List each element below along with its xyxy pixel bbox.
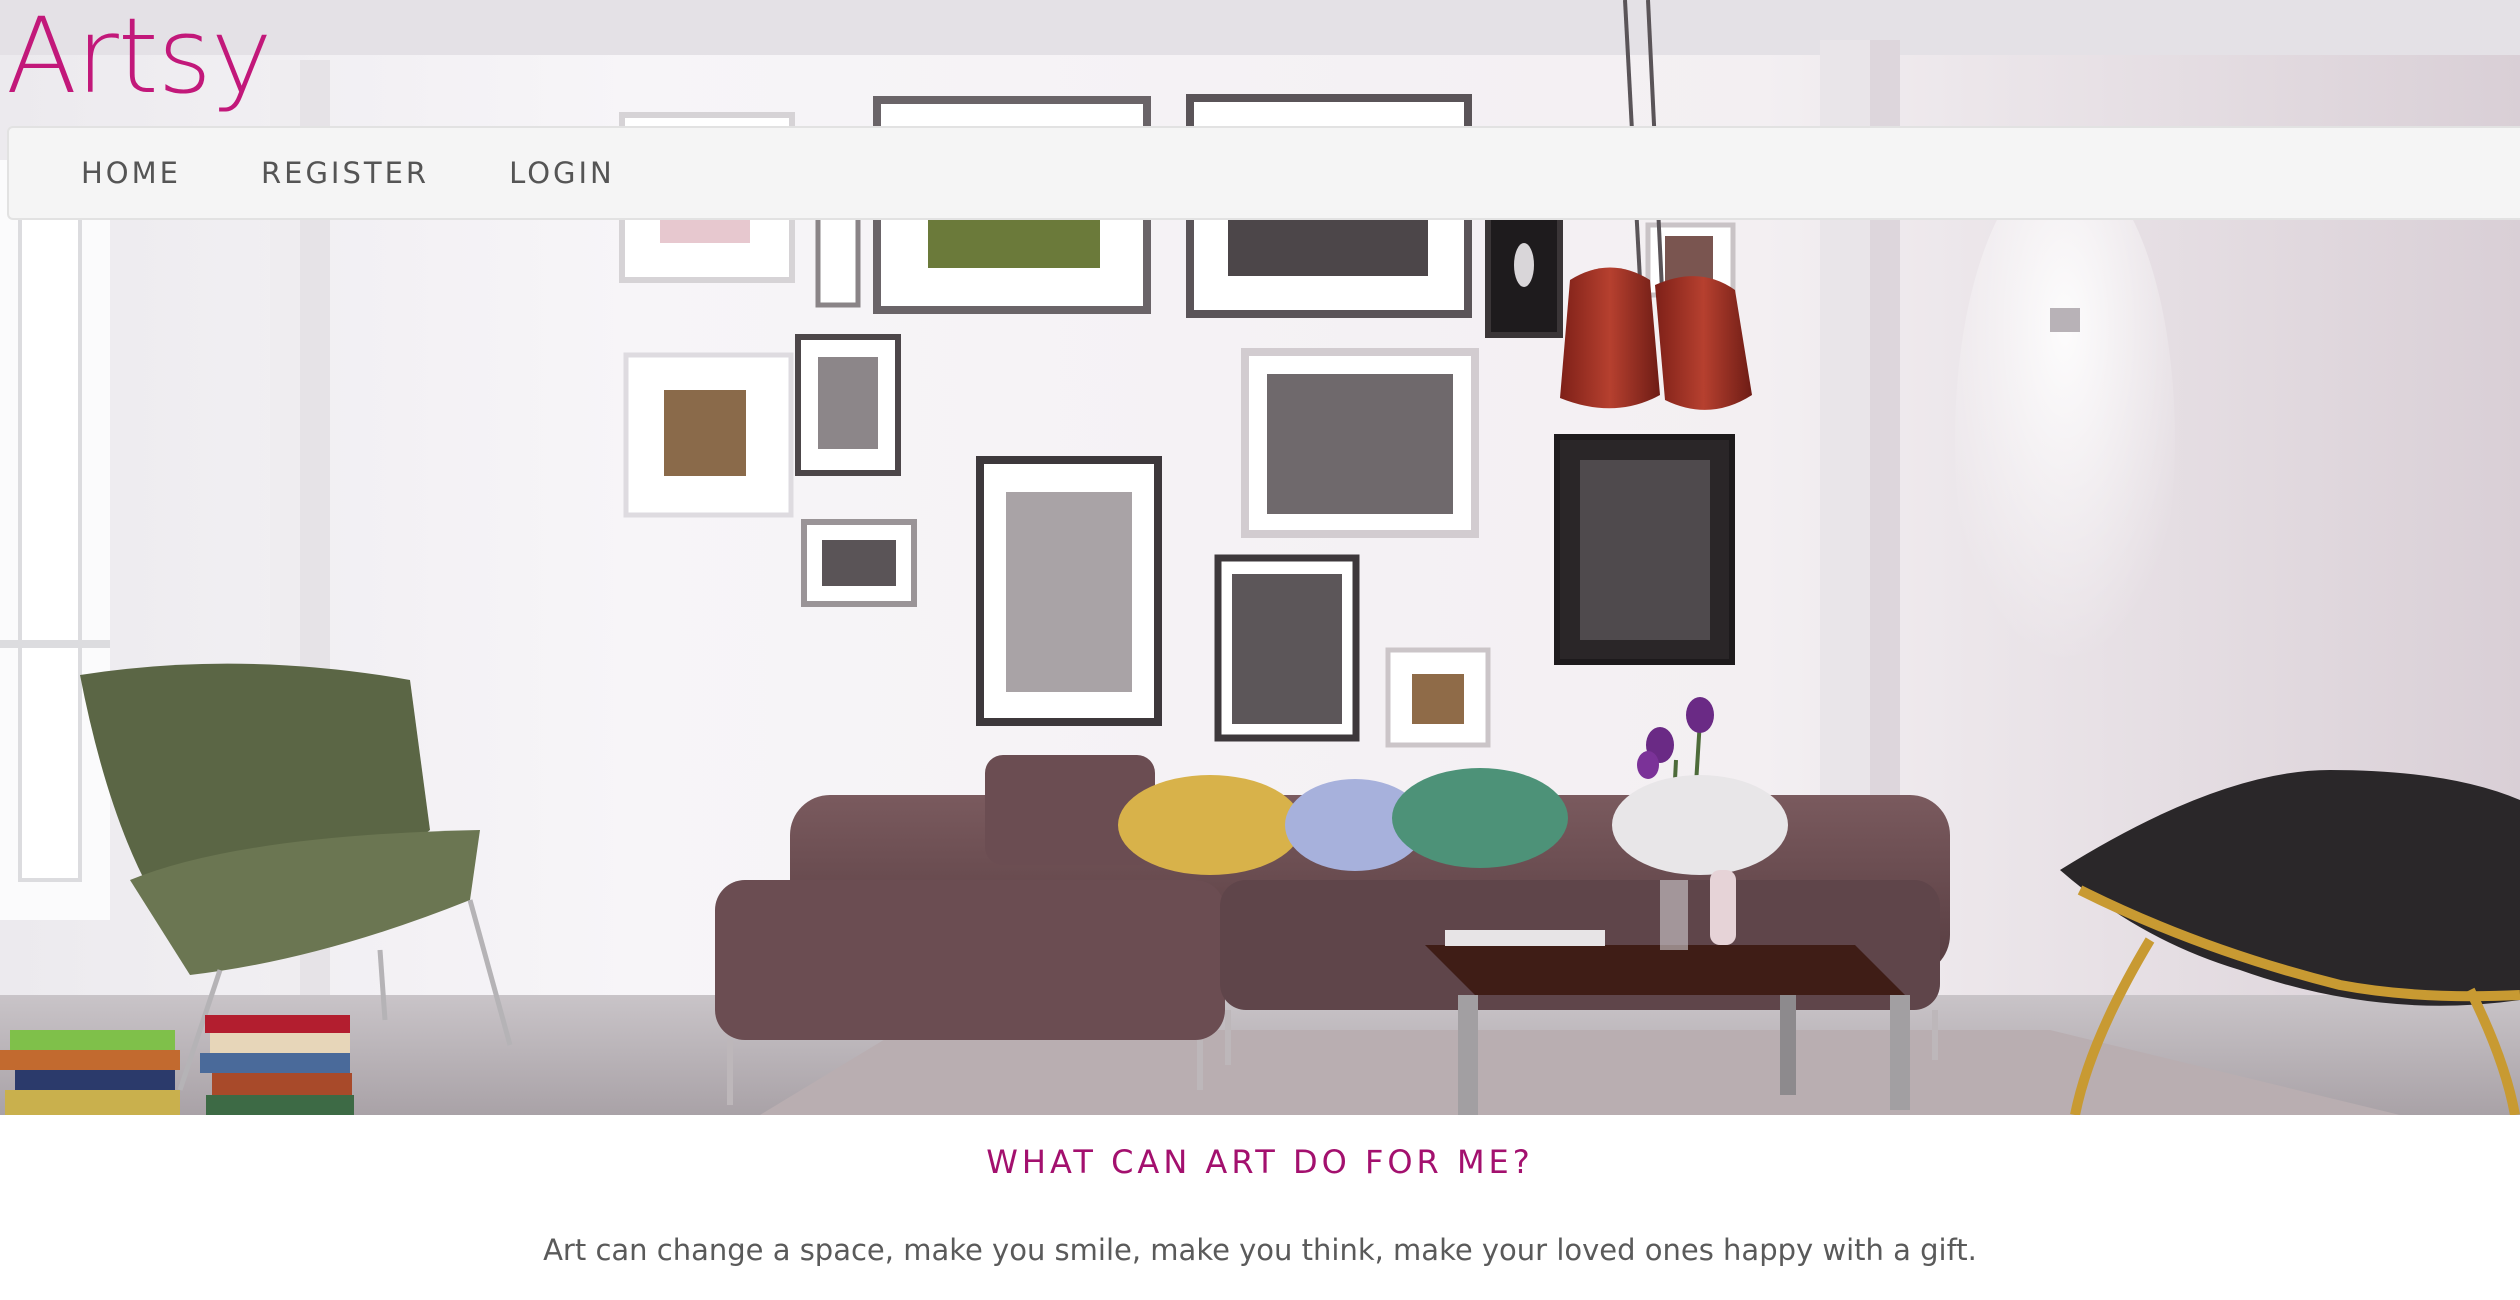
section-heading: WHAT CAN ART DO FOR ME? bbox=[986, 1143, 1534, 1181]
intro-section: WHAT CAN ART DO FOR ME? Art can change a… bbox=[0, 1115, 2520, 1300]
page: Artsy HOME REGISTER LOGIN WHAT CAN ART D… bbox=[0, 0, 2520, 1300]
nav-register-link[interactable]: REGISTER bbox=[221, 156, 469, 190]
nav-list: HOME REGISTER LOGIN bbox=[9, 128, 2520, 218]
nav-login-link[interactable]: LOGIN bbox=[469, 156, 655, 190]
section-body-text: Art can change a space, make you smile, … bbox=[543, 1233, 1977, 1267]
main-navbar: HOME REGISTER LOGIN bbox=[7, 126, 2520, 220]
brand-logo[interactable]: Artsy bbox=[6, 0, 272, 119]
nav-home-link[interactable]: HOME bbox=[9, 156, 221, 190]
